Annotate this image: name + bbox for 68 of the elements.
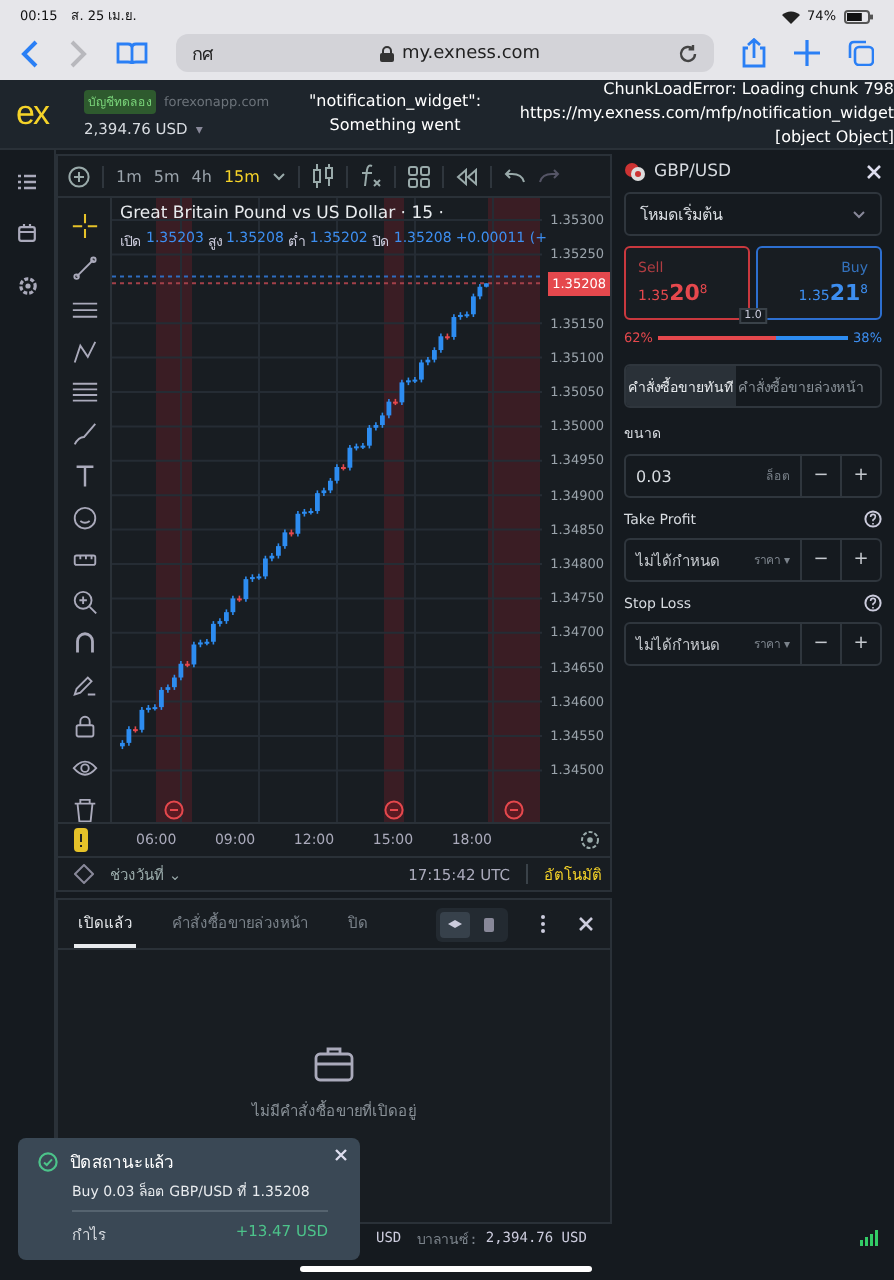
help-icon[interactable] [864, 509, 882, 527]
address-bar[interactable]: กศ my.exness.com [176, 34, 714, 72]
function-icon[interactable] [359, 164, 382, 188]
wifi-icon [781, 9, 800, 23]
error-text: "notification_widget": [306, 90, 484, 114]
text-tool-icon[interactable] [71, 464, 97, 489]
lock-tool-icon[interactable] [71, 714, 97, 739]
share-icon[interactable] [742, 38, 766, 68]
more-icon[interactable] [540, 914, 546, 934]
line-tool-icon[interactable] [71, 255, 97, 280]
candles-icon[interactable] [311, 164, 334, 188]
timeframe-button[interactable]: 1m [116, 167, 142, 185]
event-marker-icon[interactable] [384, 800, 404, 820]
plus-icon[interactable] [794, 40, 820, 66]
timeframe-button[interactable]: 15m [223, 167, 260, 185]
back-icon[interactable] [20, 39, 40, 67]
eye-tool-icon[interactable] [71, 755, 97, 781]
list-icon[interactable] [18, 174, 36, 190]
grid-icon[interactable] [407, 165, 430, 187]
lines-tool-icon[interactable] [71, 297, 97, 322]
timeframe-button[interactable]: 5m [153, 167, 180, 185]
pencil-tool-icon[interactable] [71, 672, 97, 697]
reload-icon[interactable] [678, 43, 698, 63]
settings-icon[interactable] [580, 830, 600, 850]
zoom-tool-icon[interactable] [71, 589, 97, 614]
event-marker-icon[interactable] [504, 800, 524, 820]
book-icon[interactable] [116, 41, 148, 65]
undo-icon[interactable] [503, 168, 526, 184]
check-circle-icon [38, 1152, 58, 1172]
diamond-icon[interactable] [74, 864, 94, 884]
trash-tool-icon[interactable] [71, 797, 97, 822]
calendar-icon[interactable] [18, 224, 36, 242]
timeframe-button[interactable]: 4h [191, 167, 212, 185]
error-text: Something went [327, 114, 463, 138]
chevron-down-icon[interactable] [271, 171, 286, 181]
battery-icon [844, 9, 874, 23]
signal-icon [860, 1230, 878, 1246]
close-icon[interactable] [866, 164, 882, 180]
tabs-icon[interactable] [848, 40, 874, 66]
toast-title: ปิดสถานะแล้ว [70, 1152, 174, 1176]
layers-view-button[interactable] [440, 911, 470, 937]
error-text: https://my.exness.com/mfp/notification_widget [517, 102, 894, 126]
warning-icon[interactable] [74, 828, 88, 852]
chevron-down-icon [852, 209, 866, 219]
pattern-tool-icon[interactable] [71, 339, 97, 364]
event-marker-icon[interactable] [164, 800, 184, 820]
symbol-name: GBP/USD [654, 162, 732, 182]
emoji-tool-icon[interactable] [71, 505, 97, 531]
chart-title: Great Britain Pound vs US Dollar · 15 · [120, 204, 446, 224]
magnet-tool-icon[interactable] [71, 630, 97, 656]
rewind-icon[interactable] [455, 167, 478, 185]
fib-tool-icon[interactable] [71, 380, 97, 406]
help-icon[interactable] [864, 593, 882, 611]
crosshair-tool-icon[interactable] [71, 214, 97, 239]
error-text: [object Object] [773, 126, 894, 150]
briefcase-icon [314, 1046, 354, 1082]
brush-tool-icon[interactable] [71, 422, 97, 447]
close-icon[interactable] [334, 1148, 348, 1162]
close-icon[interactable] [578, 916, 594, 932]
mode-dropdown[interactable]: โหมดเริ่มต้น [624, 192, 882, 236]
logo[interactable]: ex [16, 94, 68, 134]
document-icon [480, 915, 498, 933]
add-icon[interactable] [68, 165, 90, 187]
flags-icon [624, 162, 646, 182]
layers-icon [446, 915, 464, 933]
lock-icon [380, 45, 394, 61]
settings-icon[interactable] [17, 276, 37, 296]
error-text: ChunkLoadError: Loading chunk 798 [601, 78, 894, 102]
